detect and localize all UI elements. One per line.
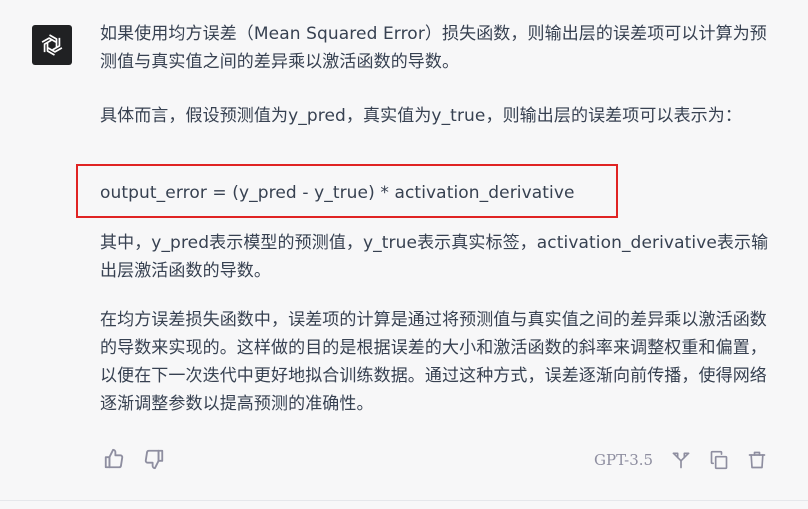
regenerate-button[interactable]	[669, 448, 693, 472]
delete-button[interactable]	[745, 448, 769, 472]
thumbs-down-button[interactable]	[142, 447, 166, 471]
assistant-message: 如果使用均方误差（Mean Squared Error）损失函数，则输出层的误差…	[0, 0, 808, 501]
delete-icon	[748, 451, 766, 469]
thumbs-up-icon	[104, 448, 124, 469]
copy-icon	[710, 450, 728, 470]
formula-highlight-box	[76, 164, 618, 218]
thumbs-up-button[interactable]	[102, 447, 126, 471]
paragraph-definition: 具体而言，假设预测值为y_pred，真实值为y_true，则输出层的误差项可以表…	[100, 106, 742, 126]
message-tools: GPT-3.5	[594, 447, 769, 473]
paragraph-variables: 其中，y_pred表示模型的预测值，y_true表示真实标签，activatio…	[100, 233, 769, 281]
model-label: GPT-3.5	[594, 451, 654, 469]
message-divider	[0, 500, 808, 501]
paragraph-intro: 如果使用均方误差（Mean Squared Error）损失函数，则输出层的误差…	[100, 24, 767, 72]
feedback-actions	[102, 447, 166, 471]
openai-logo-icon	[41, 34, 63, 56]
thumbs-down-icon	[144, 449, 164, 470]
chatgpt-avatar	[32, 25, 72, 65]
paragraph-explanation: 在均方误差损失函数中，误差项的计算是通过将预测值与真实值之间的差异乘以激活函数的…	[100, 310, 767, 414]
regenerate-icon	[672, 452, 690, 469]
copy-button[interactable]	[707, 448, 731, 472]
